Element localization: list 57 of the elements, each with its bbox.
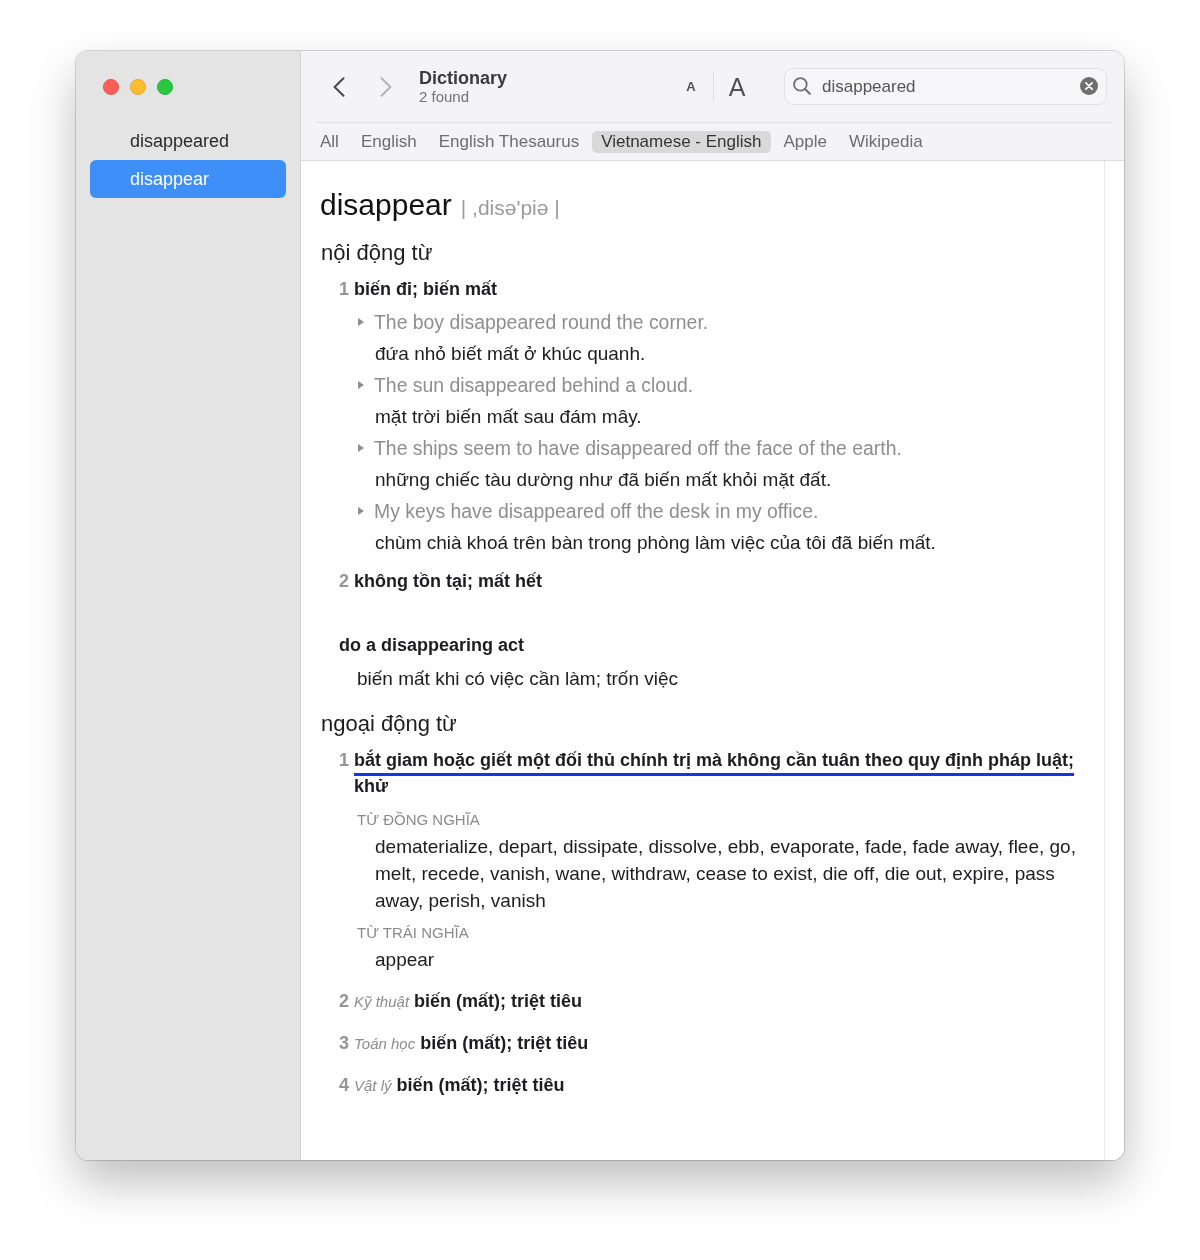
- example-translation: đứa nhỏ biết mất ở khúc quanh.: [374, 342, 647, 366]
- example-translation: chùm chià khoá trên bàn trong phòng làm việc của tôi đã biến mất.: [374, 531, 937, 555]
- sense-number: 1: [339, 749, 349, 772]
- example-sentence: The boy disappeared round the corner.: [374, 310, 709, 335]
- pronunciation: | ,disə'piə |: [460, 196, 560, 219]
- search-icon: [793, 77, 811, 95]
- triangle-bullet-icon: [358, 381, 364, 389]
- sense-number: 4: [339, 1074, 349, 1097]
- tab[interactable]: English Thesaurus: [429, 130, 589, 153]
- tab[interactable]: Apple: [774, 130, 836, 153]
- maximize-window-icon[interactable]: [157, 79, 173, 95]
- sense-gloss: biến (mất); triệt tiêu: [396, 1074, 566, 1097]
- headword: disappear: [320, 188, 452, 221]
- synonyms-list: dematerialize, depart, dissipate, dissolve, ebb, evaporate, fade, fade away, flee, go, melt, recede, vanish, wane, withdraw, cease to exist, die off, die out, expire, pass away, perish, vanish: [339, 833, 1090, 914]
- increase-font-button[interactable]: A: [726, 72, 748, 101]
- antonyms-label: TỪ TRÁI NGHĨA: [356, 923, 470, 943]
- tab[interactable]: English: [351, 130, 426, 153]
- triangle-bullet-icon: [358, 318, 364, 326]
- sense-gloss: biến (mất); triệt tiêu: [420, 1032, 590, 1055]
- chevron-left-icon: [333, 76, 345, 97]
- sense-number: 2: [339, 570, 349, 593]
- example-sentence: The sun disappeared behind a cloud.: [374, 373, 694, 398]
- tab[interactable]: Vietnamese - English: [592, 130, 771, 153]
- close-window-icon[interactable]: [103, 79, 119, 95]
- part-of-speech-label: nội động từ: [320, 239, 434, 267]
- sense-gloss: bắt giam hoặc giết một đối thủ chính trị mà không cần tuân theo quy định pháp luật; khử: [354, 748, 1075, 798]
- result-count: 2 found: [419, 87, 470, 106]
- tab[interactable]: Wikipedia: [840, 130, 932, 153]
- domain-label: Vật lý: [354, 1076, 392, 1096]
- sidebar-item[interactable]: disappeared: [90, 122, 286, 160]
- domain-label: Kỹ thuật: [354, 992, 410, 1012]
- chevron-right-icon: [380, 76, 392, 97]
- example-translation: những chiếc tàu dường như đã biến mất khỏi mặt đất.: [374, 468, 833, 492]
- sense-gloss: không tồn tại; mất hết: [354, 570, 543, 593]
- search-field[interactable]: disappeared: [784, 68, 1107, 105]
- domain-label: Toán học: [354, 1034, 416, 1054]
- sense-number: 1: [339, 278, 349, 301]
- sense-number: 2: [339, 990, 349, 1013]
- decrease-font-button[interactable]: A: [679, 72, 703, 101]
- antonyms-list: appear: [339, 946, 1090, 973]
- window-title: Dictionary: [419, 67, 508, 88]
- sidebar-item[interactable]: disappear: [90, 160, 286, 198]
- minimize-window-icon[interactable]: [130, 79, 146, 95]
- triangle-bullet-icon: [358, 507, 364, 515]
- example-sentence: The ships seem to have disappeared off the face of the earth.: [374, 436, 902, 461]
- sense-number: 3: [339, 1032, 349, 1055]
- part-of-speech-label: ngoại động từ: [320, 710, 458, 738]
- phrase-title: do a disappearing act: [339, 634, 526, 657]
- sense-gloss: biến đi; biến mất: [354, 278, 499, 301]
- synonyms-label: TỪ ĐỒNG NGHĨA: [356, 810, 481, 830]
- tab[interactable]: All: [311, 130, 348, 153]
- example-sentence: My keys have disappeared off the desk in my office.: [374, 499, 819, 524]
- sense-gloss: biến (mất); triệt tiêu: [414, 990, 584, 1013]
- clear-icon[interactable]: [1080, 77, 1098, 95]
- example-translation: mặt trời biến mất sau đám mây.: [374, 405, 643, 429]
- triangle-bullet-icon: [358, 444, 364, 452]
- phrase-meaning: biến mất khi có việc cần làm; trốn việc: [356, 667, 680, 691]
